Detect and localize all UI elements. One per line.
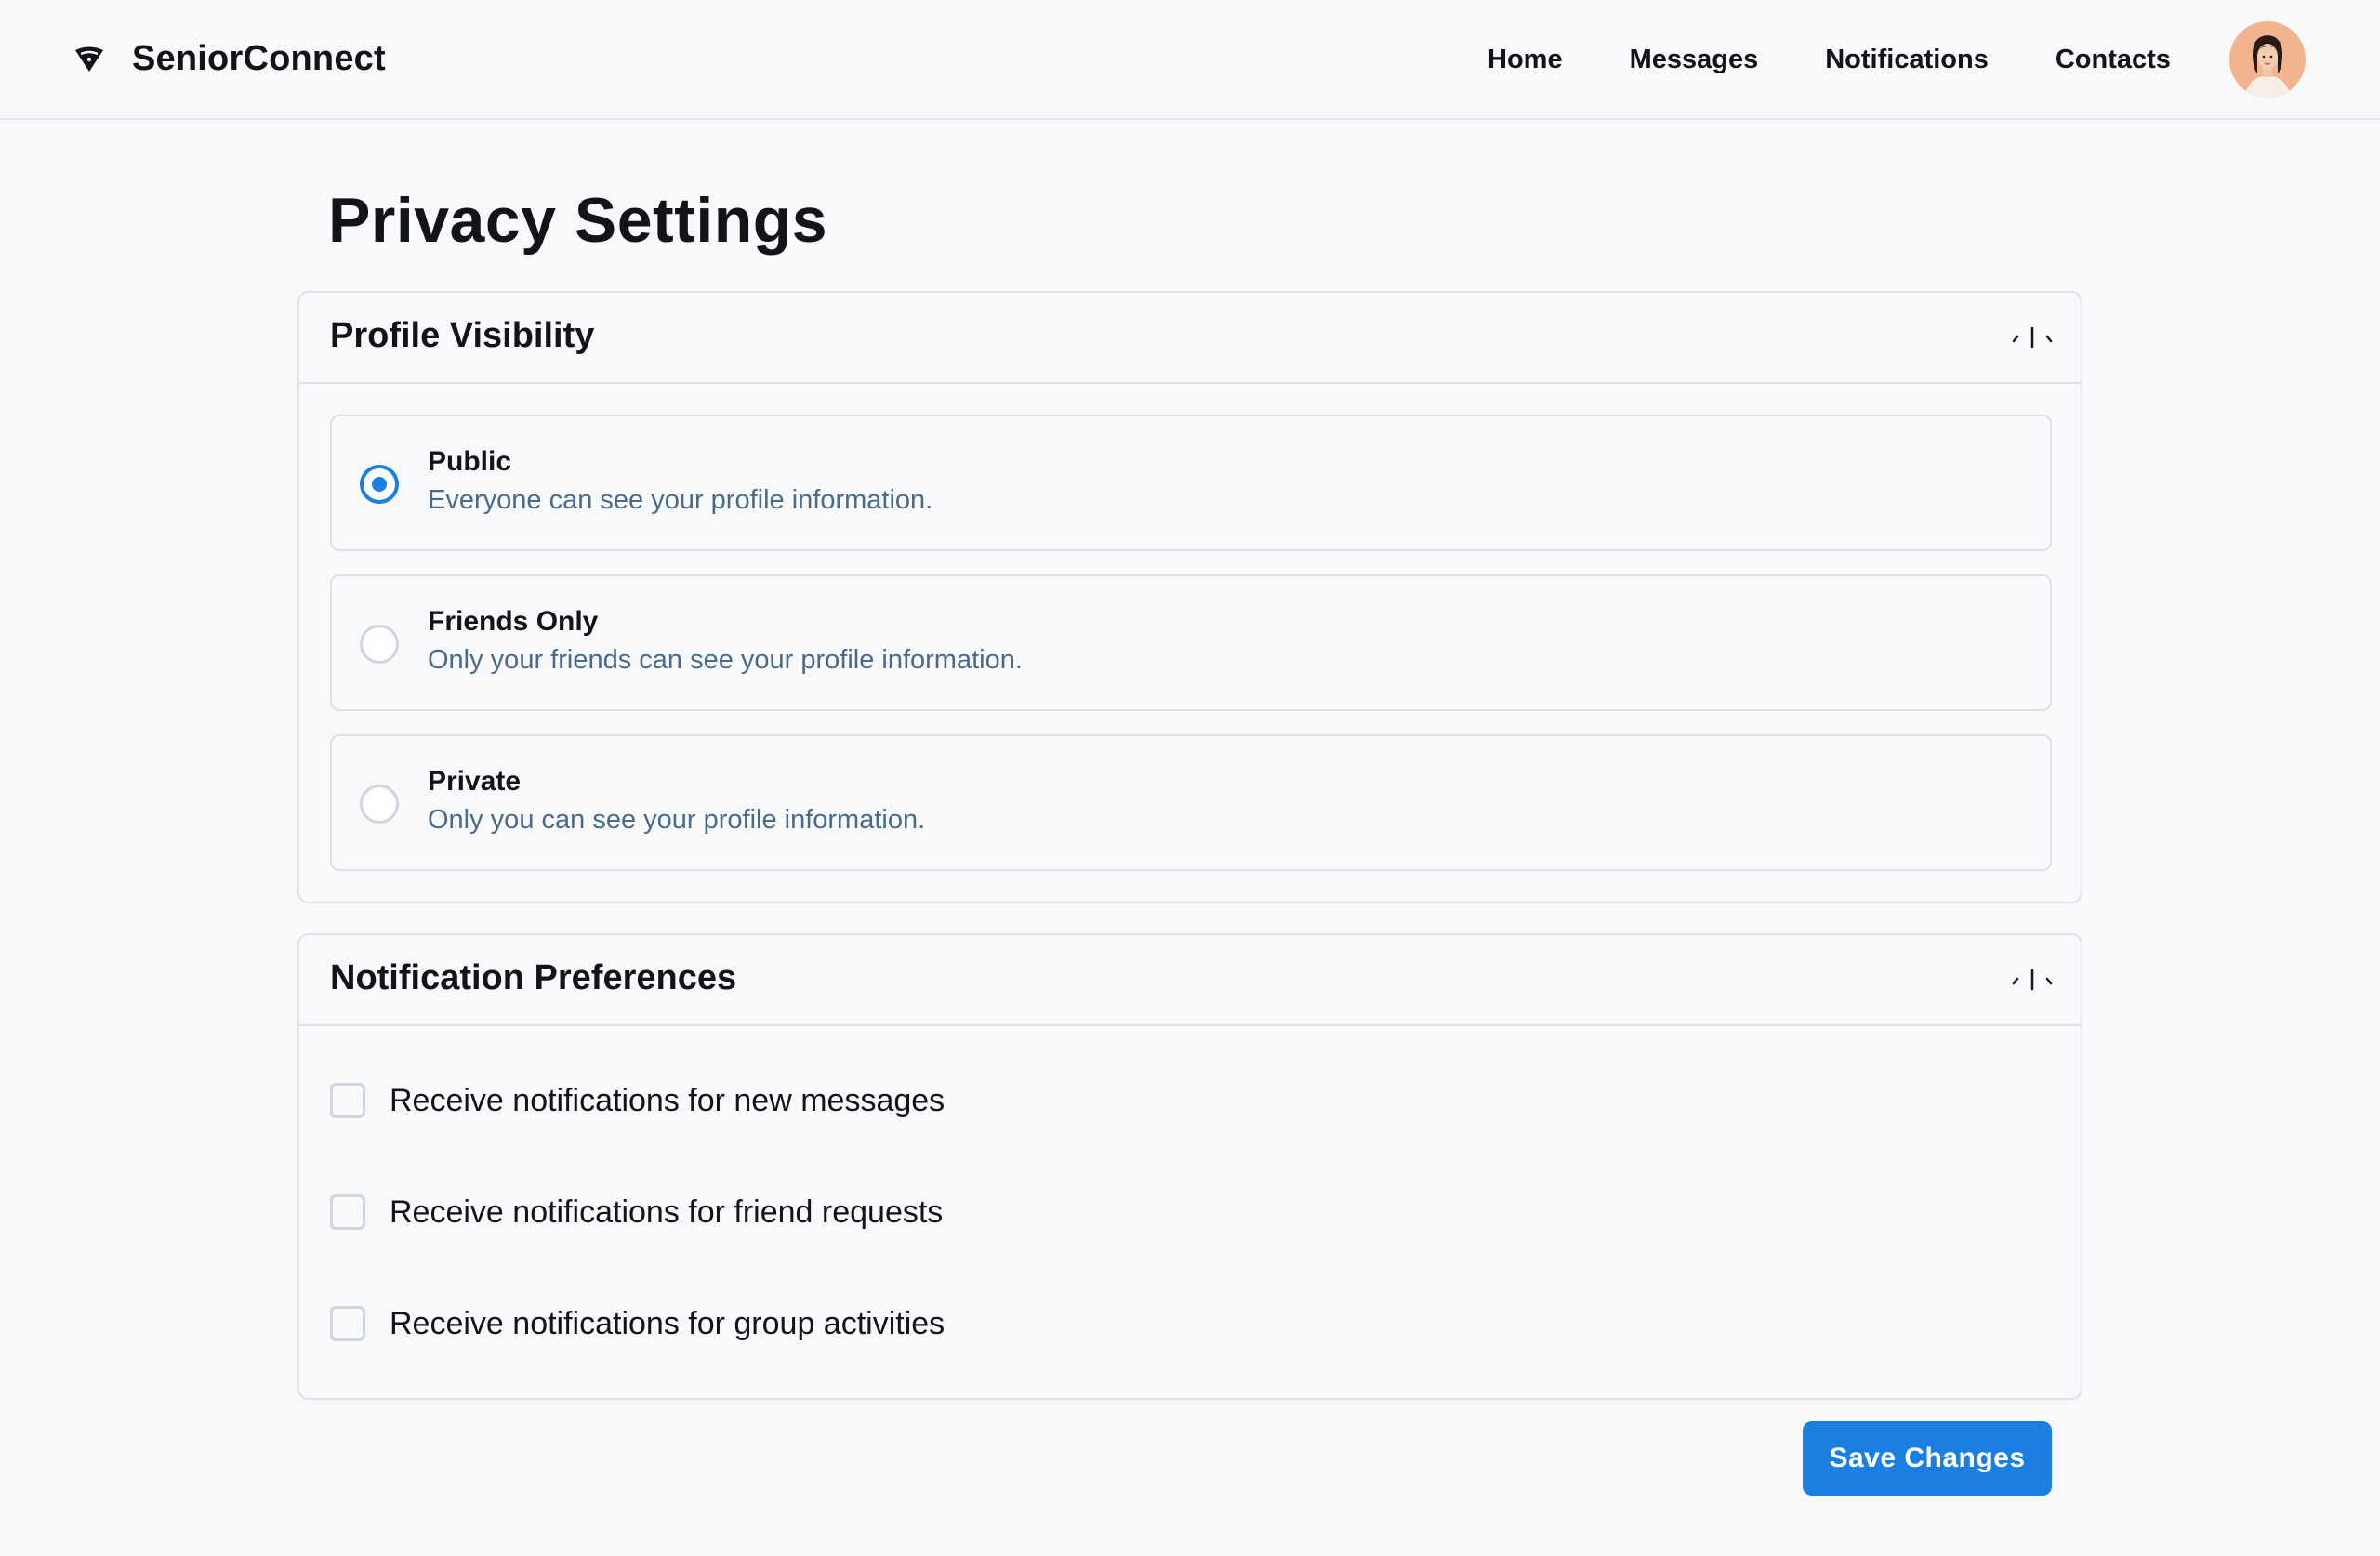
radio-button-selected[interactable]: [360, 465, 399, 504]
checkbox[interactable]: [330, 1306, 365, 1341]
collapse-toggle-icon[interactable]: [2010, 963, 2055, 996]
save-changes-button[interactable]: Save Changes: [1803, 1421, 2052, 1496]
notification-preferences-header[interactable]: Notification Preferences: [299, 935, 2081, 1026]
option-label: Friends Only: [428, 606, 599, 637]
option-description: Everyone can see your profile informatio…: [428, 485, 933, 515]
network-signal-icon: [75, 46, 103, 72]
page-title: Privacy Settings: [328, 185, 828, 256]
user-avatar[interactable]: [2229, 21, 2306, 98]
checkbox-label: Receive notifications for new messages: [390, 1082, 945, 1118]
nav-link-messages[interactable]: Messages: [1630, 45, 1759, 75]
main-nav: Home Messages Notifications Contacts: [1488, 37, 2171, 82]
nav-link-contacts[interactable]: Contacts: [2056, 45, 2171, 75]
notify-group-activities-row[interactable]: Receive notifications for group activiti…: [330, 1300, 945, 1347]
notify-new-messages-row[interactable]: Receive notifications for new messages: [330, 1077, 945, 1124]
top-nav-bar: SeniorConnect Home Messages Notification…: [0, 0, 2380, 120]
checkbox-label: Receive notifications for group activiti…: [390, 1305, 945, 1341]
visibility-option-friends-only[interactable]: Friends Only Only your friends can see y…: [330, 574, 2052, 711]
avatar-portrait-icon: [2229, 21, 2306, 98]
option-label: Private: [428, 766, 522, 797]
notification-preferences-section: Notification Preferences Receive notific…: [298, 933, 2082, 1400]
profile-visibility-section: Profile Visibility Public Everyone can s…: [298, 291, 2082, 903]
checkbox[interactable]: [330, 1083, 365, 1118]
visibility-option-public[interactable]: Public Everyone can see your profile inf…: [330, 415, 2052, 551]
nav-link-notifications[interactable]: Notifications: [1825, 45, 1989, 75]
option-label: Public: [428, 446, 512, 477]
app-name: SeniorConnect: [132, 38, 386, 78]
section-title: Notification Preferences: [330, 958, 737, 997]
checkbox-label: Receive notifications for friend request…: [390, 1193, 944, 1230]
profile-visibility-header[interactable]: Profile Visibility: [299, 293, 2081, 384]
brand[interactable]: SeniorConnect: [73, 35, 386, 82]
nav-link-home[interactable]: Home: [1488, 45, 1563, 75]
radio-button[interactable]: [360, 625, 399, 664]
option-description: Only you can see your profile informatio…: [428, 805, 926, 835]
section-title: Profile Visibility: [330, 316, 595, 355]
radio-button[interactable]: [360, 785, 399, 824]
visibility-option-private[interactable]: Private Only you can see your profile in…: [330, 734, 2052, 871]
notify-friend-requests-row[interactable]: Receive notifications for friend request…: [330, 1189, 943, 1235]
checkbox[interactable]: [330, 1194, 365, 1230]
option-description: Only your friends can see your profile i…: [428, 645, 1023, 675]
collapse-toggle-icon[interactable]: [2010, 321, 2055, 354]
